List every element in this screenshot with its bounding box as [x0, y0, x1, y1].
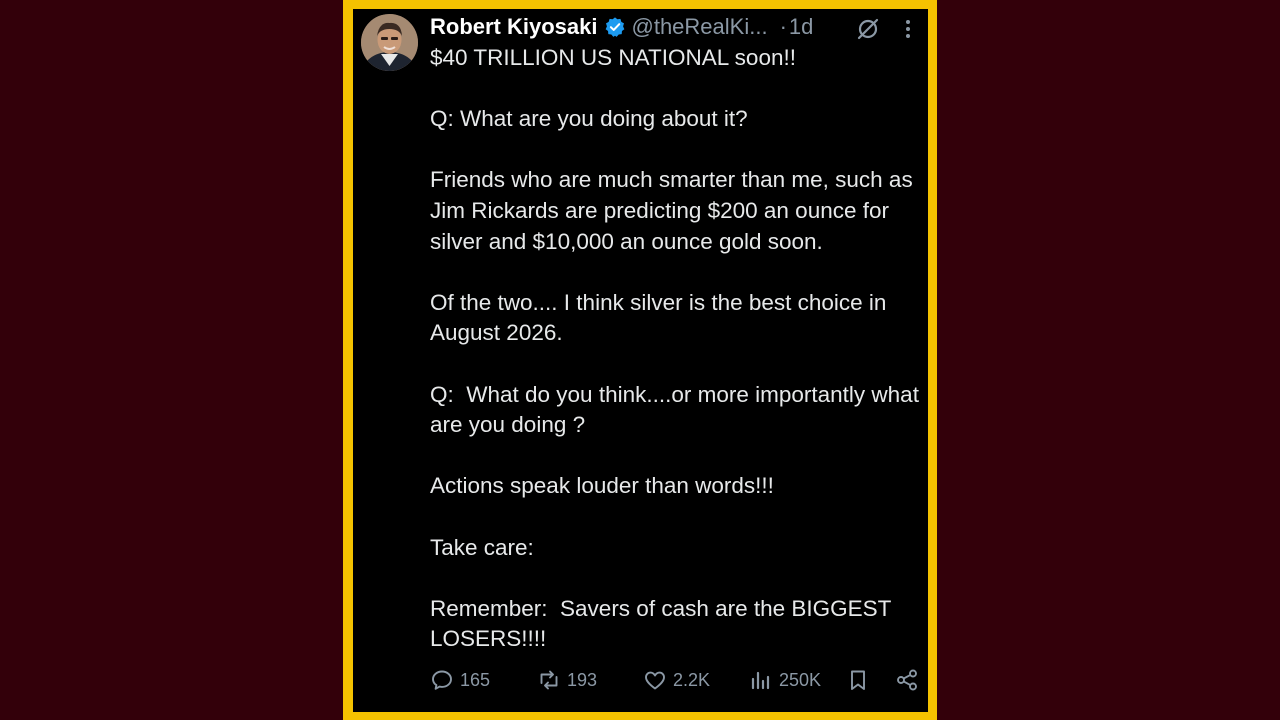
tweet-paragraph-gap — [430, 74, 922, 105]
tweet-paragraph: Of the two.... I think silver is the bes… — [430, 289, 892, 346]
tweet-actions: 165 193 2.2K 250K — [430, 667, 920, 693]
like-button[interactable]: 2.2K — [643, 667, 710, 693]
more-options-icon[interactable] — [903, 17, 913, 41]
reply-count: 165 — [460, 669, 491, 690]
views-icon — [751, 671, 770, 690]
tweet-header: Robert Kiyosaki @theRealKi... · 1d — [430, 13, 920, 41]
tweet-paragraph-gap — [430, 563, 922, 594]
tweet-paragraph-gap — [430, 135, 922, 166]
views-count: 250K — [779, 669, 822, 690]
tweet-paragraph-gap — [430, 441, 922, 472]
reply-icon — [432, 670, 452, 690]
tweet-paragraph: $40 TRILLION US NATIONAL soon!! — [430, 45, 796, 70]
tweet-paragraph: Remember: Savers of cash are the BIGGEST… — [430, 595, 898, 652]
tweet-paragraph: Q: What do you think....or more importan… — [430, 381, 926, 438]
bookmark-icon — [851, 670, 865, 690]
tweet-text: $40 TRILLION US NATIONAL soon!! Q: What … — [430, 43, 922, 655]
verified-badge-icon — [604, 16, 626, 38]
tweet-timestamp[interactable]: 1d — [789, 14, 813, 40]
reply-button[interactable]: 165 — [430, 667, 490, 693]
repost-button[interactable]: 193 — [537, 667, 597, 693]
tweet-paragraph-gap — [430, 257, 922, 288]
tweet-card: Robert Kiyosaki @theRealKi... · 1d $40 T… — [353, 9, 928, 712]
share-icon — [897, 669, 917, 691]
author-name[interactable]: Robert Kiyosaki — [430, 14, 598, 40]
tweet-paragraph: Take care: — [430, 534, 534, 560]
tweet-paragraph: Actions speak louder than words!!! — [430, 473, 774, 499]
author-handle[interactable]: @theRealKi... — [632, 14, 768, 40]
repost-icon — [540, 670, 558, 690]
tweet-paragraph-gap — [430, 349, 922, 380]
tweet-paragraph-gap — [430, 502, 922, 533]
share-button[interactable] — [895, 667, 925, 693]
like-count: 2.2K — [673, 669, 711, 690]
avatar[interactable] — [361, 14, 418, 71]
header-separator: · — [779, 14, 787, 39]
views-button[interactable]: 250K — [749, 667, 821, 693]
bookmark-button[interactable] — [846, 667, 876, 693]
tweet-paragraph: Q: What are you doing about it? — [430, 106, 748, 132]
grok-icon[interactable] — [856, 17, 880, 41]
tweet-paragraph: Friends who are much smarter than me, su… — [430, 167, 919, 254]
repost-count: 193 — [567, 669, 598, 690]
heart-icon — [645, 671, 665, 690]
